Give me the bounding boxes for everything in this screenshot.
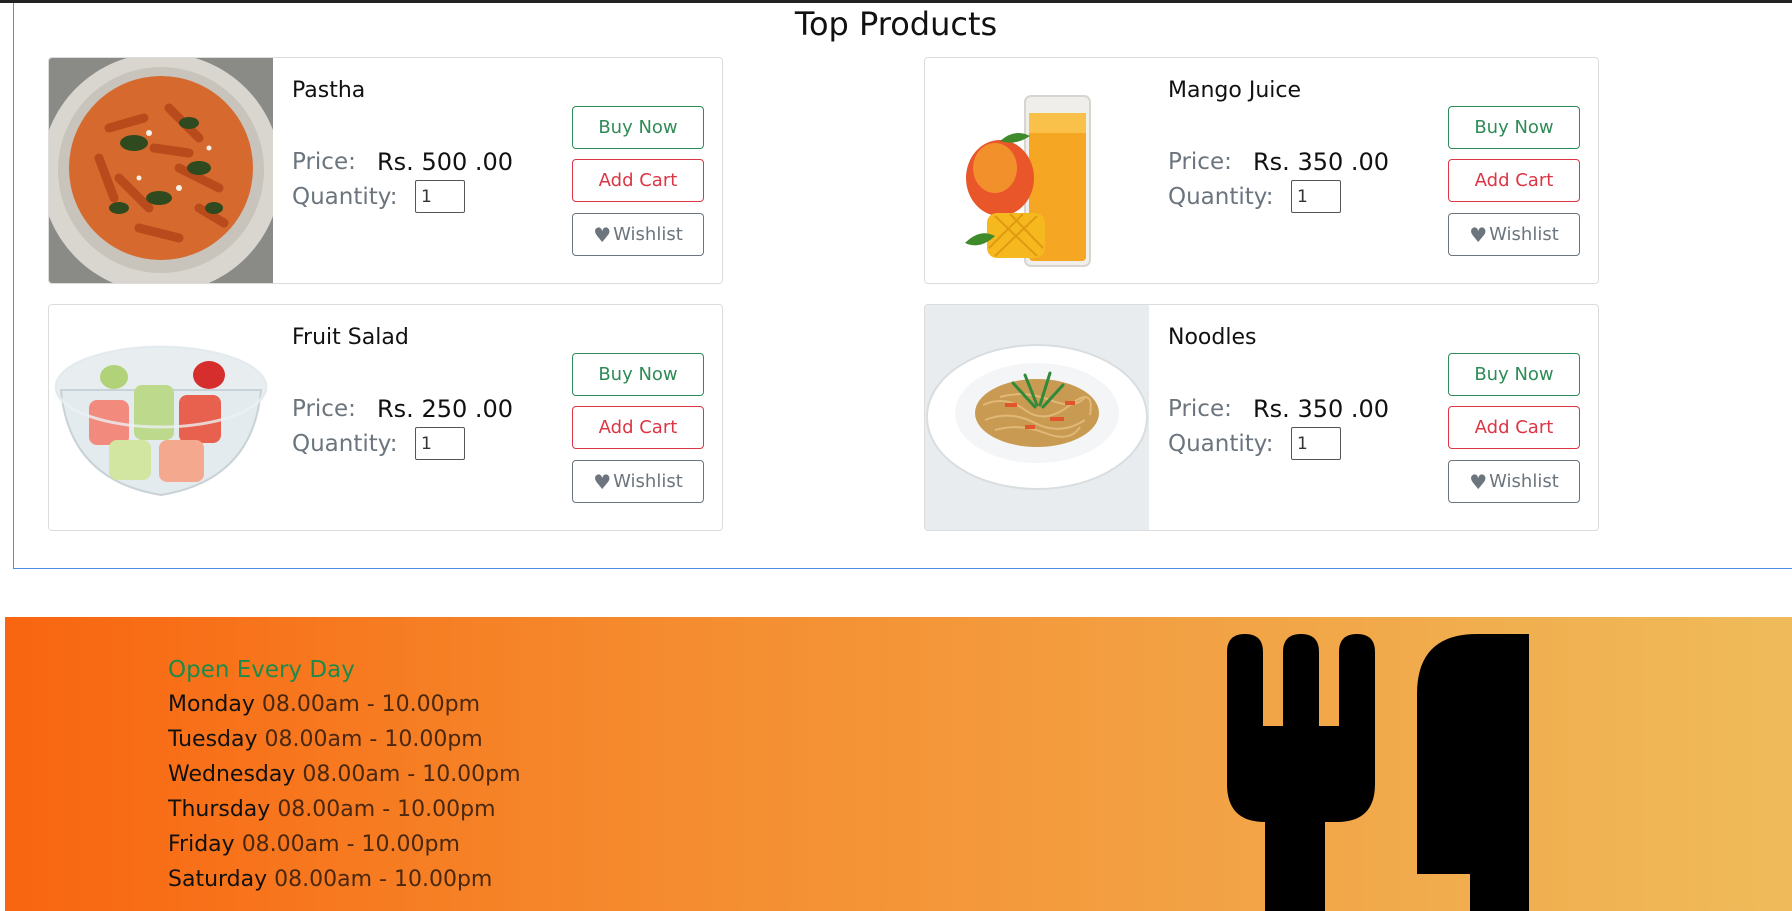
product-name: Mango Juice <box>1168 78 1301 103</box>
product-price: Rs. 350 .00 <box>1253 395 1390 423</box>
time-range: 08.00am - 10.00pm <box>264 727 483 752</box>
price-label: Price: <box>292 149 356 175</box>
add-cart-button[interactable]: Add Cart <box>1448 159 1580 202</box>
fork-knife-icon <box>1227 634 1529 911</box>
day-label: Friday <box>168 832 235 857</box>
hours-title: Open Every Day <box>168 657 355 683</box>
product-card-noodles: Noodles Price: Rs. 350 .00 Quantity: Buy… <box>924 304 1599 531</box>
quantity-label: Quantity: <box>1168 431 1274 457</box>
hours-row-tuesday: Tuesday 08.00am - 10.00pm <box>168 727 483 752</box>
heart-icon: ♥ <box>1469 469 1488 494</box>
wishlist-button[interactable]: ♥ Wishlist <box>1448 460 1580 503</box>
hours-row-monday: Monday 08.00am - 10.00pm <box>168 692 480 717</box>
product-price: Rs. 350 .00 <box>1253 148 1390 176</box>
quantity-input[interactable] <box>1291 180 1341 213</box>
heart-icon: ♥ <box>1469 222 1488 247</box>
hours-row-thursday: Thursday 08.00am - 10.00pm <box>168 797 496 822</box>
wishlist-label: Wishlist <box>1489 224 1559 245</box>
price-label: Price: <box>1168 396 1232 422</box>
quantity-input[interactable] <box>415 180 465 213</box>
heart-icon: ♥ <box>593 222 612 247</box>
product-card-pastha: Pastha Price: Rs. 500 .00 Quantity: Buy … <box>48 57 723 284</box>
noodles-image <box>925 305 1149 530</box>
day-label: Thursday <box>168 797 271 822</box>
price-label: Price: <box>1168 149 1232 175</box>
fruit-salad-image <box>49 305 273 530</box>
time-range: 08.00am - 10.00pm <box>261 692 481 717</box>
hours-row-friday: Friday 08.00am - 10.00pm <box>168 832 460 857</box>
quantity-label: Quantity: <box>292 184 398 210</box>
product-price: Rs. 500 .00 <box>377 148 514 176</box>
product-name: Fruit Salad <box>292 325 409 350</box>
section-title: Top Products <box>794 5 998 43</box>
product-name: Noodles <box>1168 325 1257 350</box>
wishlist-button[interactable]: ♥ Wishlist <box>1448 213 1580 256</box>
wishlist-button[interactable]: ♥ Wishlist <box>572 460 704 503</box>
buy-now-button[interactable]: Buy Now <box>572 106 704 149</box>
buy-now-button[interactable]: Buy Now <box>1448 106 1580 149</box>
opening-hours-section: Open Every Day Monday 08.00am - 10.00pm … <box>5 617 1792 911</box>
add-cart-button[interactable]: Add Cart <box>572 406 704 449</box>
price-label: Price: <box>292 396 356 422</box>
wishlist-label: Wishlist <box>613 224 683 245</box>
day-label: Tuesday <box>168 727 258 752</box>
day-label: Wednesday <box>168 762 296 787</box>
quantity-label: Quantity: <box>1168 184 1274 210</box>
product-name: Pastha <box>292 78 366 103</box>
hours-row-wednesday: Wednesday 08.00am - 10.00pm <box>168 762 521 787</box>
heart-icon: ♥ <box>593 469 612 494</box>
buy-now-button[interactable]: Buy Now <box>1448 353 1580 396</box>
product-card-fruit-salad: Fruit Salad Price: Rs. 250 .00 Quantity:… <box>48 304 723 531</box>
quantity-label: Quantity: <box>292 431 398 457</box>
day-label: Saturday <box>168 867 268 892</box>
hours-row-saturday: Saturday 08.00am - 10.00pm <box>168 867 492 892</box>
time-range: 08.00am - 10.00pm <box>302 762 521 787</box>
quantity-input[interactable] <box>415 427 465 460</box>
add-cart-button[interactable]: Add Cart <box>572 159 704 202</box>
wishlist-label: Wishlist <box>1489 471 1559 492</box>
buy-now-button[interactable]: Buy Now <box>572 353 704 396</box>
pasta-image <box>49 58 273 283</box>
day-label: Monday <box>168 692 255 717</box>
quantity-input[interactable] <box>1291 427 1341 460</box>
mango-juice-image <box>925 58 1149 283</box>
product-card-mango-juice: Mango Juice Price: Rs. 350 .00 Quantity:… <box>924 57 1599 284</box>
wishlist-button[interactable]: ♥ Wishlist <box>572 213 704 256</box>
product-price: Rs. 250 .00 <box>377 395 514 423</box>
time-range: 08.00am - 10.00pm <box>277 797 496 822</box>
wishlist-label: Wishlist <box>613 471 683 492</box>
add-cart-button[interactable]: Add Cart <box>1448 406 1580 449</box>
time-range: 08.00am - 10.00pm <box>274 867 493 892</box>
time-range: 08.00am - 10.00pm <box>241 832 460 857</box>
